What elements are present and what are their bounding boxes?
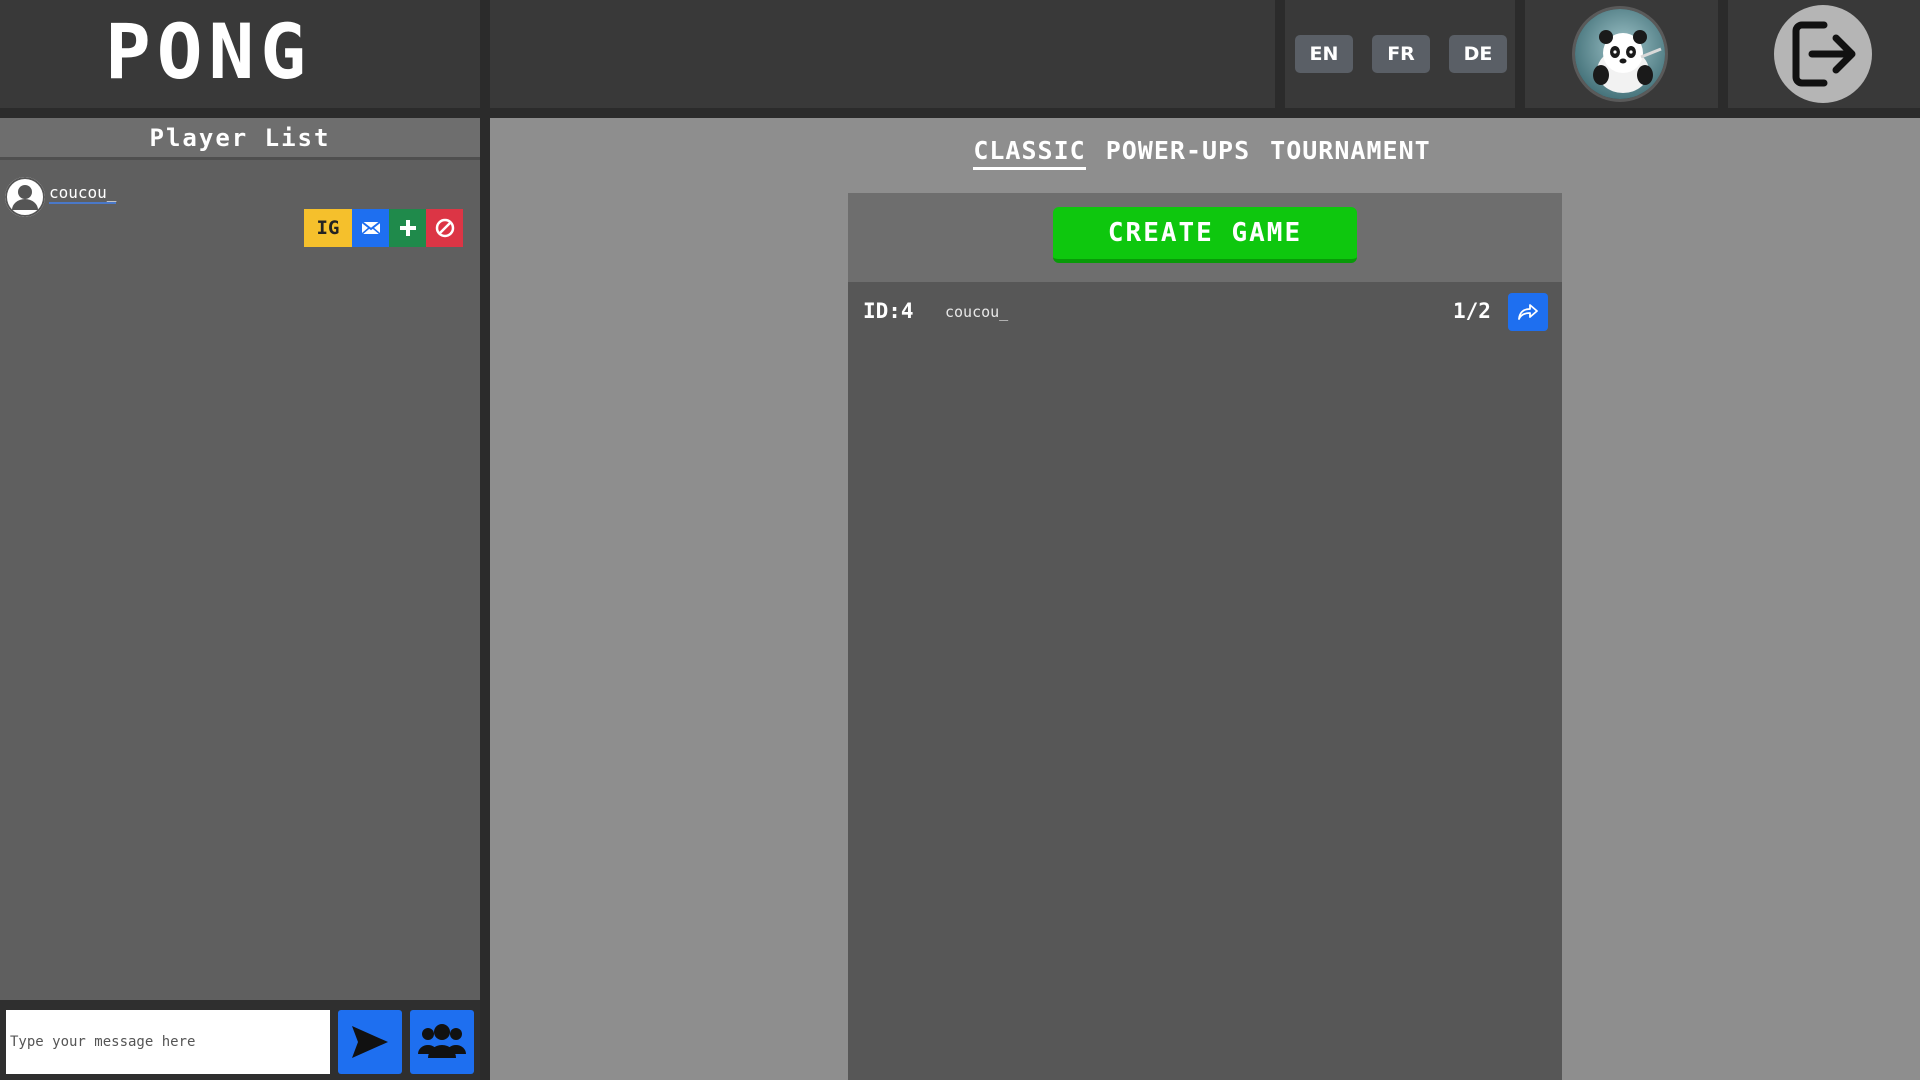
chat-bar	[0, 1000, 480, 1080]
tab-classic[interactable]: CLASSIC	[973, 136, 1086, 170]
player-actions: IG	[304, 209, 463, 247]
logout-area	[1728, 0, 1920, 108]
game-mode-tabs: CLASSIC POWER-UPS TOURNAMENT	[487, 136, 1917, 170]
top-bar: PONG EN FR DE	[0, 0, 1920, 108]
user-silhouette-icon	[5, 177, 45, 217]
logout-button[interactable]	[1774, 5, 1872, 103]
lang-de-button[interactable]: DE	[1449, 35, 1507, 73]
tab-power-ups[interactable]: POWER-UPS	[1106, 136, 1250, 170]
lobby-header: CREATE GAME	[848, 193, 1562, 282]
users-icon	[418, 1024, 466, 1058]
profile-avatar[interactable]	[1572, 6, 1668, 102]
player-name[interactable]: coucou_	[49, 184, 117, 204]
language-switcher: EN FR DE	[1285, 0, 1515, 108]
player-list-title: Player List	[0, 118, 480, 160]
chat-message-input[interactable]	[6, 1010, 330, 1074]
add-friend-button[interactable]	[389, 209, 426, 247]
main-area: CLASSIC POWER-UPS TOURNAMENT CREATE GAME…	[490, 118, 1920, 1080]
group-chat-button[interactable]	[410, 1010, 474, 1074]
share-arrow-icon	[1518, 304, 1538, 320]
profile-area	[1525, 0, 1718, 108]
player-sidebar: Player List coucou_ IG	[0, 118, 480, 1080]
block-user-button[interactable]	[426, 209, 463, 247]
logout-icon	[1792, 21, 1856, 87]
player-list-item: coucou_ IG	[0, 173, 480, 253]
join-game-button[interactable]	[1508, 293, 1548, 331]
lang-en-button[interactable]: EN	[1295, 35, 1353, 73]
game-player-count: 1/2	[1453, 299, 1491, 323]
send-icon	[352, 1026, 388, 1058]
tab-tournament[interactable]: TOURNAMENT	[1270, 136, 1431, 170]
player-avatar[interactable]	[5, 177, 45, 217]
send-message-button[interactable]	[338, 1010, 402, 1074]
logo-area: PONG	[0, 0, 480, 108]
game-owner: coucou_	[945, 303, 1009, 321]
plus-icon	[399, 220, 416, 236]
envelope-icon	[360, 221, 381, 235]
message-button[interactable]	[352, 209, 389, 247]
game-lobby-panel: CREATE GAME ID:4 coucou_ 1/2	[848, 193, 1562, 1080]
game-list-item: ID:4 coucou_ 1/2	[848, 291, 1562, 333]
create-game-button[interactable]: CREATE GAME	[1053, 207, 1357, 263]
header-spacer	[490, 0, 1275, 108]
block-icon	[435, 218, 454, 238]
app-logo: PONG	[105, 7, 313, 96]
lang-fr-button[interactable]: FR	[1372, 35, 1430, 73]
game-id: ID:4	[863, 299, 914, 323]
panda-avatar-icon	[1575, 9, 1665, 99]
invite-game-button[interactable]: IG	[304, 209, 352, 247]
